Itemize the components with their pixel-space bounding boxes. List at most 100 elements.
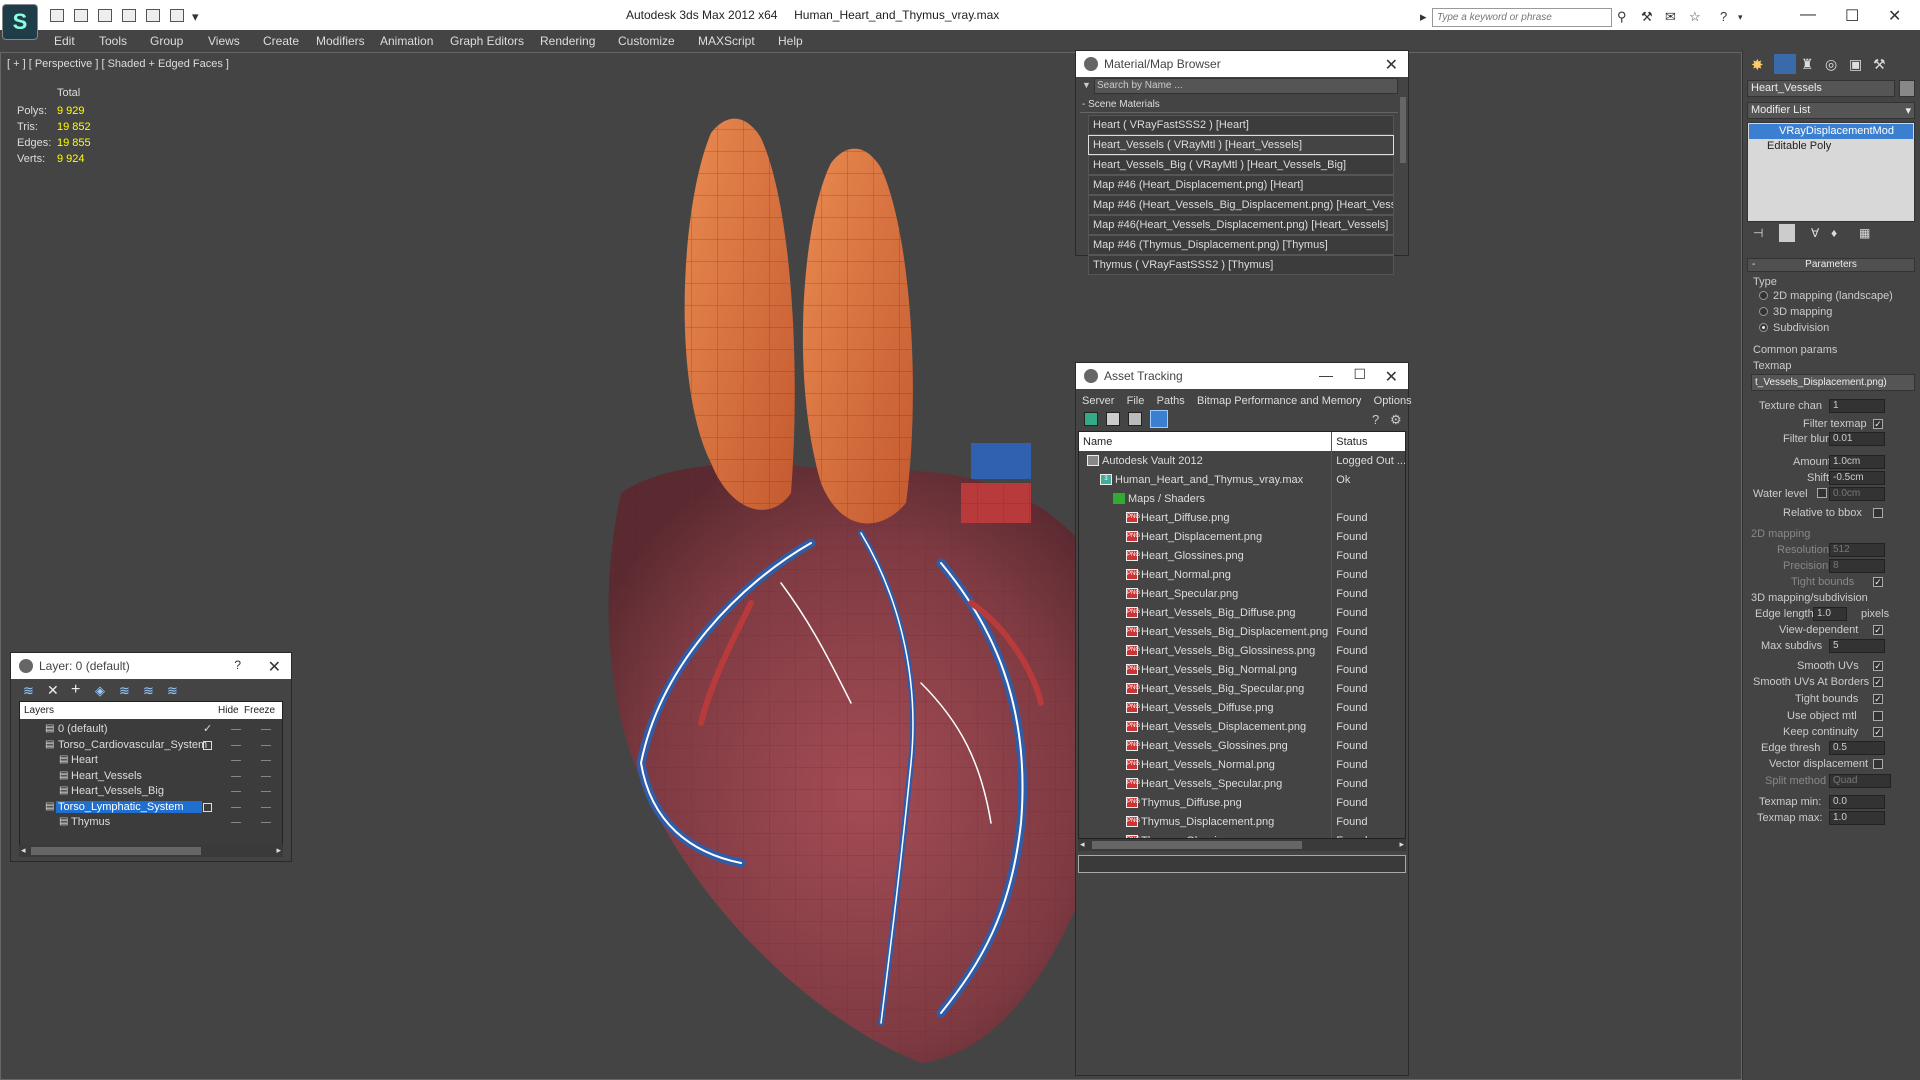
current-layer-check-icon[interactable]: ✓ [203, 722, 212, 735]
add-to-layer-icon[interactable]: + [71, 681, 80, 699]
table-row[interactable]: PNGThymus_Diffuse.png Found [1079, 793, 1405, 812]
table-row[interactable]: PNGHeart_Glossines.png Found [1079, 546, 1405, 565]
column-header-hide[interactable]: Hide [218, 705, 239, 716]
texmap-min-spinner[interactable]: 0.0 [1829, 795, 1885, 809]
hide-toggle[interactable] [231, 744, 241, 746]
layer-row[interactable]: ▤ Thymus [31, 813, 285, 832]
settings-icon[interactable]: ⚙ [1390, 412, 1402, 428]
scroll-right-icon[interactable]: ▸ [276, 845, 281, 856]
search-input[interactable]: Type a keyword or phrase [1432, 8, 1612, 27]
freeze-toggle[interactable] [261, 822, 271, 823]
list-item[interactable]: Thymus ( VRayFastSSS2 ) [Thymus] [1088, 255, 1394, 275]
split-method-dropdown[interactable]: Quad [1829, 774, 1891, 788]
asset-tracking-title-bar[interactable]: Asset Tracking — ☐ ✕ [1076, 363, 1408, 389]
set-current-layer-box[interactable] [203, 802, 212, 812]
list-item[interactable]: Map #46(Heart_Vessels_Displacement.png) … [1088, 215, 1394, 235]
minimize-icon[interactable]: — [1319, 367, 1333, 383]
quick-access-dropdown-icon[interactable]: ▾ [192, 9, 199, 25]
precision-spinner[interactable]: 8 [1829, 559, 1885, 573]
browser-options-icon[interactable]: ▼ [1082, 80, 1091, 90]
save-file-icon[interactable] [98, 9, 112, 22]
menu-animation[interactable]: Animation [380, 34, 433, 48]
menu-customize[interactable]: Customize [618, 34, 675, 48]
make-unique-icon[interactable]: ∀ [1811, 226, 1819, 240]
resolution-spinner[interactable]: 512 [1829, 543, 1885, 557]
menu-server[interactable]: Server [1082, 395, 1114, 407]
filter-texmap-checkbox[interactable]: ✓ [1873, 419, 1883, 429]
smooth-uvs-checkbox[interactable]: ✓ [1873, 661, 1883, 671]
table-row[interactable]: PNGHeart_Vessels_Big_Glossiness.png Found [1079, 641, 1405, 660]
table-row[interactable]: PNGHeart_Diffuse.png Found [1079, 508, 1405, 527]
utilities-tab-icon[interactable]: ⚒ [1873, 56, 1886, 73]
stack-item-editable-poly[interactable]: Editable Poly [1749, 139, 1913, 154]
set-current-layer-box[interactable] [203, 740, 212, 750]
menu-group[interactable]: Group [150, 34, 183, 48]
subscription-icon[interactable]: ⚒ [1641, 9, 1653, 25]
show-end-result-icon[interactable] [1779, 224, 1795, 242]
maximize-icon[interactable]: ☐ [1353, 366, 1366, 383]
freeze-toggle[interactable] [261, 791, 271, 792]
water-level-checkbox[interactable] [1817, 488, 1827, 498]
type-radio-2d[interactable] [1759, 291, 1768, 300]
asset-path-field[interactable] [1078, 855, 1406, 873]
undo-icon[interactable] [122, 9, 136, 22]
table-view-icon[interactable] [1150, 410, 1168, 428]
menu-help[interactable]: Help [778, 34, 803, 48]
keep-continuity-checkbox[interactable]: ✓ [1873, 727, 1883, 737]
object-name-field[interactable]: Heart_Vessels [1747, 80, 1895, 97]
browser-scrollbar[interactable] [1400, 97, 1406, 163]
menu-tools[interactable]: Tools [99, 34, 127, 48]
freeze-all-icon[interactable]: ≋ [167, 683, 178, 699]
type-radio-subdivision[interactable] [1759, 323, 1768, 332]
search-expand-icon[interactable]: ▸ [1420, 9, 1427, 25]
edge-thresh-spinner[interactable]: 0.5 [1829, 741, 1885, 755]
layer-scrollbar[interactable]: ◂ ▸ [19, 845, 283, 857]
table-row[interactable]: PNGHeart_Vessels_Glossines.png Found [1079, 736, 1405, 755]
texmap-button[interactable]: t_Vessels_Displacement.png) [1751, 374, 1915, 391]
list-view-icon[interactable] [1106, 412, 1120, 426]
layer-manager-title-bar[interactable]: Layer: 0 (default) ? ✕ [11, 653, 291, 679]
smooth-uvs-borders-checkbox[interactable]: ✓ [1873, 677, 1883, 687]
tight-bounds-checkbox[interactable]: ✓ [1873, 694, 1883, 704]
highlight-layer-icon[interactable]: ≋ [119, 683, 130, 699]
help-dropdown-icon[interactable]: ▾ [1738, 12, 1743, 23]
table-row[interactable]: PNGHeart_Displacement.png Found [1079, 527, 1405, 546]
refresh-icon[interactable] [1084, 412, 1098, 426]
menu-bitmap-performance[interactable]: Bitmap Performance and Memory [1197, 395, 1361, 407]
table-row[interactable]: PNGHeart_Vessels_Specular.png Found [1079, 774, 1405, 793]
freeze-toggle[interactable] [261, 806, 271, 808]
asset-horizontal-scrollbar[interactable]: ◂ ▸ [1078, 839, 1406, 851]
table-row[interactable]: PNGHeart_Vessels_Big_Displacement.png Fou… [1079, 622, 1405, 641]
menu-rendering[interactable]: Rendering [540, 34, 595, 48]
hide-toggle[interactable] [231, 806, 241, 808]
list-item[interactable]: Map #46 (Heart_Vessels_Big_Displacement.… [1088, 195, 1394, 215]
use-object-mtl-checkbox[interactable] [1873, 711, 1883, 721]
max-subdivs-spinner[interactable]: 5 [1829, 639, 1885, 653]
hide-toggle[interactable] [231, 822, 241, 823]
help-icon[interactable]: ? [1372, 412, 1379, 427]
table-row[interactable]: PNGHeart_Specular.png Found [1079, 584, 1405, 603]
freeze-toggle[interactable] [261, 760, 271, 761]
menu-file[interactable]: File [1127, 395, 1145, 407]
menu-paths[interactable]: Paths [1157, 395, 1185, 407]
tight-bounds-2d-checkbox[interactable]: ✓ [1873, 577, 1883, 587]
scroll-left-icon[interactable]: ◂ [1080, 839, 1085, 850]
scroll-right-icon[interactable]: ▸ [1399, 839, 1404, 850]
freeze-toggle[interactable] [261, 744, 271, 746]
maximize-icon[interactable]: ☐ [1845, 6, 1859, 26]
search-by-name-input[interactable]: Search by Name ... [1094, 78, 1398, 94]
motion-tab-icon[interactable]: ◎ [1825, 56, 1837, 73]
close-icon[interactable]: ✕ [1385, 367, 1398, 387]
column-header-freeze[interactable]: Freeze [244, 705, 275, 716]
column-header-status[interactable]: Status [1331, 432, 1405, 451]
communication-icon[interactable]: ✉ [1665, 9, 1676, 25]
modifier-list-dropdown[interactable]: Modifier List ▾ [1747, 102, 1915, 119]
shift-spinner[interactable]: -0.5cm [1829, 471, 1885, 485]
hide-toggle[interactable] [231, 775, 241, 777]
table-row[interactable]: PNGThymus_Glossiness.pngFound [1079, 831, 1405, 838]
view-dependent-checkbox[interactable]: ✓ [1873, 625, 1883, 635]
table-row[interactable]: Autodesk Vault 2012 Logged Out ... [1079, 451, 1405, 470]
parameters-rollout[interactable]: - Parameters [1747, 258, 1915, 272]
close-icon[interactable]: ✕ [1385, 55, 1398, 75]
favorites-icon[interactable]: ☆ [1689, 9, 1701, 25]
